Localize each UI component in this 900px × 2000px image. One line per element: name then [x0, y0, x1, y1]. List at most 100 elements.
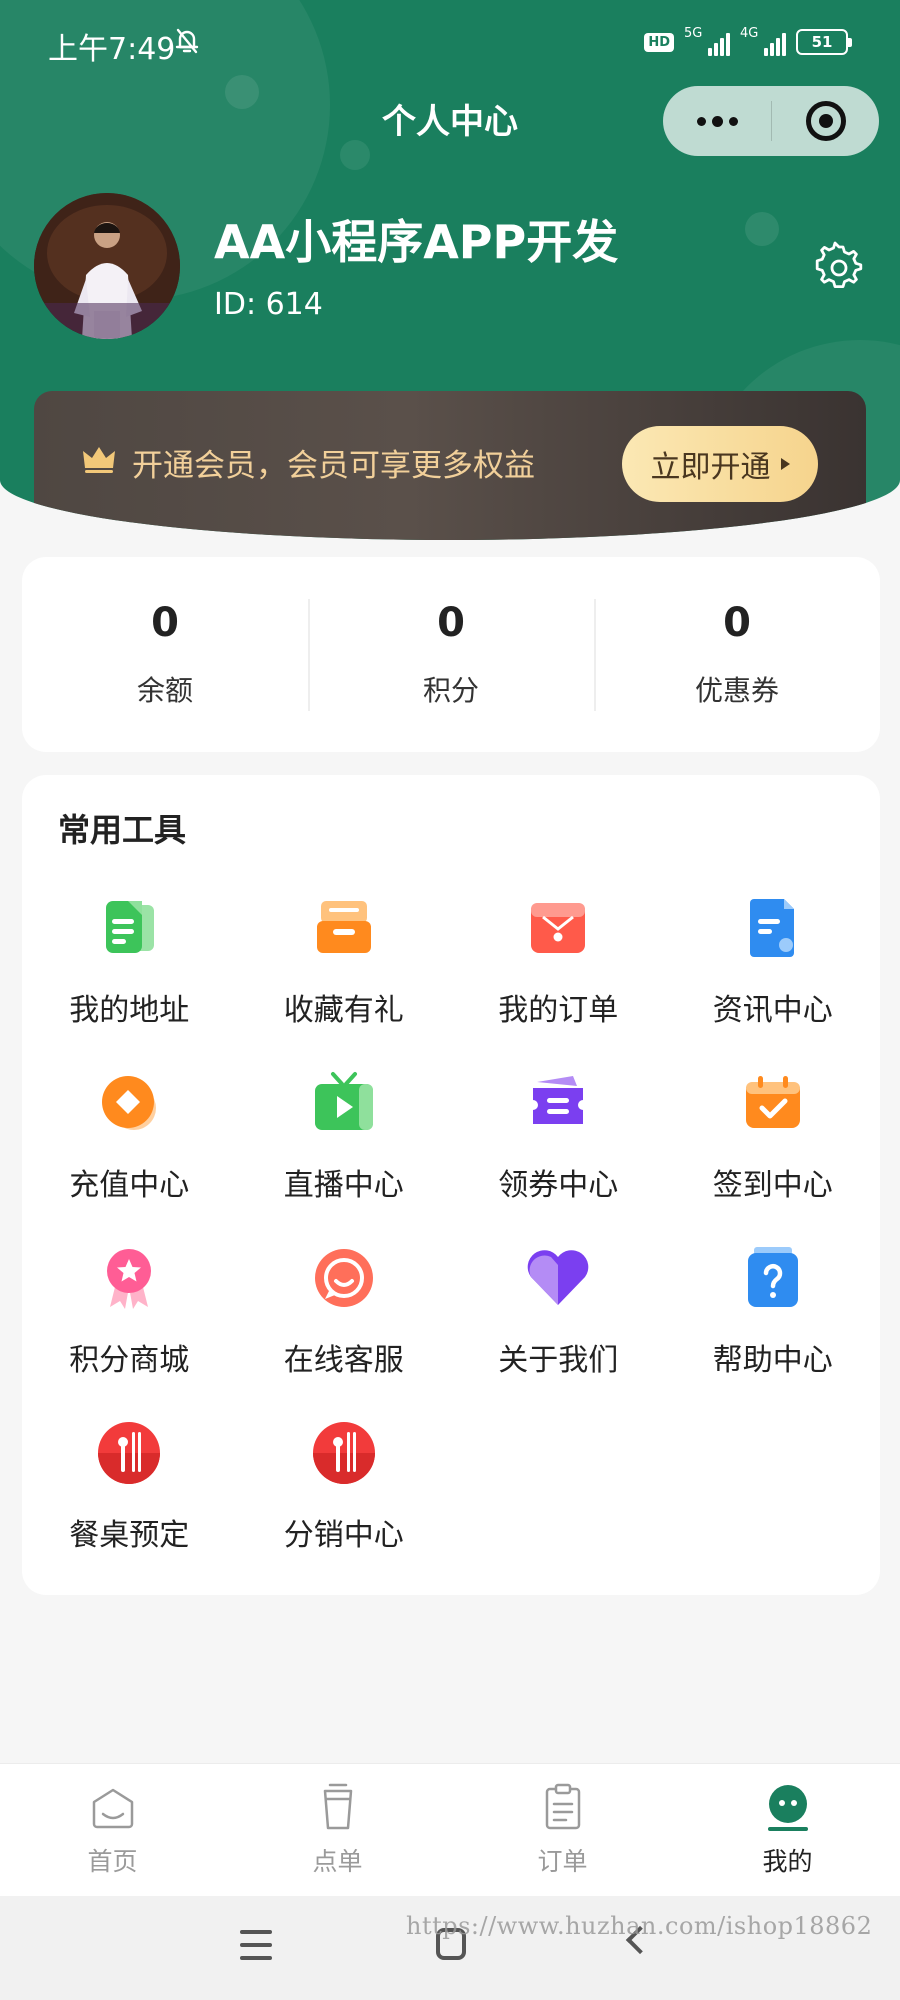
battery-level: 51	[811, 33, 833, 51]
heart-icon	[527, 1250, 589, 1305]
news-document-icon	[749, 899, 794, 957]
tool-online-service[interactable]: 在线客服	[237, 1235, 452, 1410]
watermark-text: https://www.huzhan.com/ishop18862	[406, 1912, 873, 1940]
profile-face-icon	[767, 1785, 808, 1831]
tool-favorites[interactable]: 收藏有礼	[237, 885, 452, 1060]
stat-balance[interactable]: 0 余额	[22, 601, 308, 709]
signal-icon: 5G	[684, 26, 730, 56]
tab-home[interactable]: 首页	[0, 1764, 225, 1896]
status-bar: 上午7:49 HD 5G 4G 51	[0, 0, 900, 85]
stat-value: 0	[437, 599, 465, 646]
tab-label: 我的	[762, 1847, 813, 1876]
tab-orders[interactable]: 订单	[450, 1764, 675, 1896]
cup-icon	[323, 1783, 352, 1830]
tool-label: 在线客服	[283, 1343, 404, 1378]
status-indicators: HD 5G 4G 51	[644, 26, 852, 58]
tool-checkin-center[interactable]: 签到中心	[666, 1060, 881, 1235]
tool-label: 我的订单	[498, 993, 619, 1028]
tool-news-center[interactable]: 资讯中心	[666, 885, 881, 1060]
user-id: ID: 614	[214, 287, 323, 322]
tool-label: 资讯中心	[712, 993, 833, 1028]
signal-icon: 4G	[740, 26, 786, 56]
tool-coupon-center[interactable]: 领券中心	[451, 1060, 666, 1235]
tool-label: 关于我们	[498, 1343, 619, 1378]
tab-label: 订单	[537, 1847, 588, 1876]
tool-recharge-center[interactable]: 充值中心	[22, 1060, 237, 1235]
decor-bubble	[745, 212, 779, 246]
close-miniprogram-button[interactable]	[772, 86, 879, 156]
address-book-icon	[106, 901, 155, 953]
order-wallet-icon	[531, 903, 586, 953]
tool-distribution-center[interactable]: 分销中心	[237, 1410, 452, 1585]
stat-value: 0	[723, 599, 751, 646]
checkin-calendar-icon	[745, 1076, 800, 1128]
tool-label: 积分商城	[69, 1343, 190, 1378]
tool-label: 帮助中心	[712, 1343, 833, 1378]
stat-label: 余额	[136, 673, 193, 707]
avatar[interactable]	[34, 193, 180, 339]
tool-help-center[interactable]: 帮助中心	[666, 1235, 881, 1410]
tab-label: 首页	[87, 1847, 138, 1876]
dining-utensils-icon	[98, 1422, 161, 1484]
distribution-utensils-icon	[312, 1422, 375, 1484]
coupon-ticket-icon	[533, 1076, 584, 1124]
menu-icon[interactable]	[240, 1930, 272, 1960]
activate-vip-button[interactable]: 立即开通	[622, 426, 818, 502]
miniprogram-capsule	[663, 86, 879, 156]
tool-my-address[interactable]: 我的地址	[22, 885, 237, 1060]
recharge-coin-icon	[102, 1076, 157, 1130]
tool-live-center[interactable]: 直播中心	[237, 1060, 452, 1235]
customer-service-chat-icon	[314, 1249, 373, 1307]
stat-label: 积分	[422, 673, 479, 707]
tool-label: 我的地址	[69, 993, 190, 1028]
decor-bubble	[340, 140, 370, 170]
vip-banner[interactable]: 开通会员，会员可享更多权益 立即开通	[34, 391, 866, 540]
points-badge-icon	[107, 1249, 152, 1309]
tool-label: 领券中心	[498, 1168, 619, 1203]
hd-badge: HD	[644, 32, 674, 52]
live-tv-icon	[314, 1072, 373, 1130]
tool-label: 收藏有礼	[283, 993, 404, 1028]
section-title: 常用工具	[58, 811, 187, 849]
system-navigation-bar: https://www.huzhan.com/ishop18862	[0, 1896, 900, 2000]
stat-label: 优惠券	[694, 673, 779, 707]
activate-vip-label: 立即开通	[650, 450, 771, 485]
stat-value: 0	[151, 599, 179, 646]
crown-icon	[83, 447, 115, 473]
stat-points[interactable]: 0 积分	[308, 598, 594, 711]
status-time: 上午7:49	[48, 32, 176, 67]
tool-label: 分销中心	[283, 1518, 404, 1553]
vip-promo-text: 开通会员，会员可享更多权益	[132, 448, 535, 484]
user-name: AA小程序APP开发	[214, 215, 619, 269]
account-stats: 0 余额 0 积分 0 优惠券	[22, 557, 880, 752]
network-type-label: 4G	[740, 26, 759, 41]
tool-about-us[interactable]: 关于我们	[451, 1235, 666, 1410]
tool-points-mall[interactable]: 积分商城	[22, 1235, 237, 1410]
clipboard-icon	[545, 1783, 580, 1830]
common-tools-card: 常用工具 我的地址 收藏有礼 我的订单 资讯中心 充值中心 直播中心 领券中心 …	[22, 775, 880, 1595]
profile-header: 上午7:49 HD 5G 4G 51 个人中心 AA小程序APP开发 ID: 6…	[0, 0, 900, 540]
tool-table-booking[interactable]: 餐桌预定	[22, 1410, 237, 1585]
close-miniprogram-icon	[805, 101, 846, 141]
tool-label: 直播中心	[283, 1168, 404, 1203]
battery-icon: 51	[796, 29, 852, 55]
more-button[interactable]	[663, 86, 771, 156]
tool-label: 签到中心	[712, 1168, 833, 1203]
favorites-box-icon	[316, 901, 371, 953]
help-question-icon	[747, 1247, 798, 1307]
tool-my-orders[interactable]: 我的订单	[451, 885, 666, 1060]
triangle-right-icon	[780, 458, 790, 470]
settings-gear-icon[interactable]	[812, 241, 866, 295]
bottom-tab-bar: 首页 点单 订单 我的	[0, 1763, 900, 1896]
bell-off-icon	[175, 28, 199, 54]
tool-label: 餐桌预定	[69, 1518, 190, 1553]
tool-label: 充值中心	[69, 1168, 190, 1203]
home-icon	[92, 1788, 133, 1829]
stat-coupons[interactable]: 0 优惠券	[594, 598, 880, 711]
tab-profile[interactable]: 我的	[675, 1764, 900, 1896]
more-icon	[696, 116, 706, 126]
network-type-label: 5G	[684, 26, 703, 41]
tab-order-menu[interactable]: 点单	[225, 1764, 450, 1896]
tools-grid: 我的地址 收藏有礼 我的订单 资讯中心 充值中心 直播中心 领券中心 签到中心 …	[22, 885, 880, 1585]
tab-label: 点单	[312, 1847, 363, 1876]
